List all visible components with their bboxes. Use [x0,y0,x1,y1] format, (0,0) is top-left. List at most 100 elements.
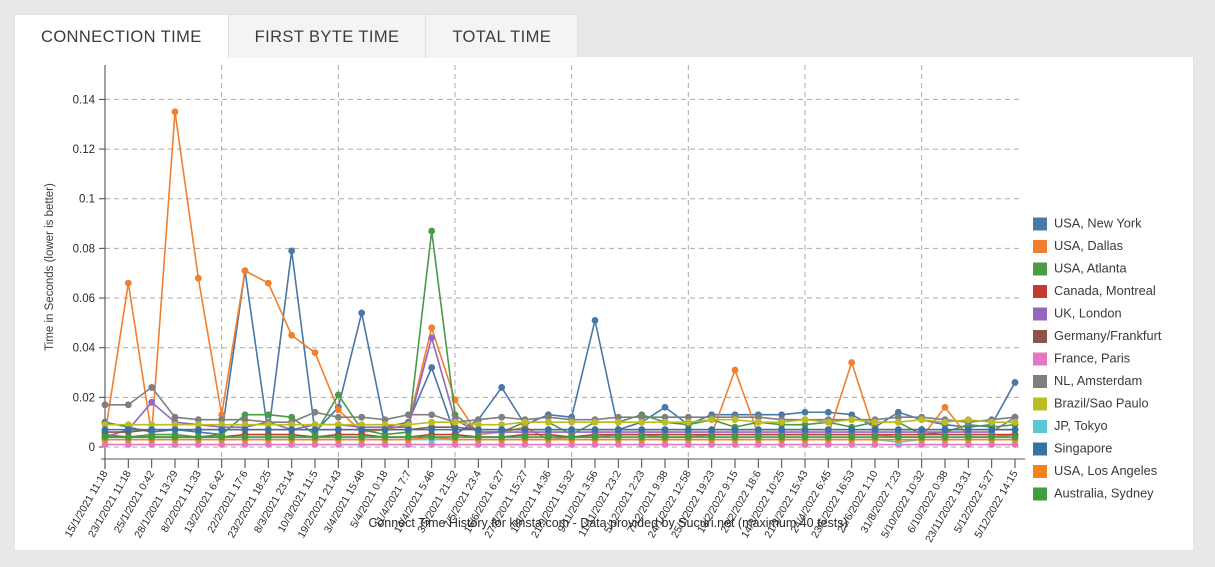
legend-swatch [1033,375,1047,388]
data-point [614,426,622,434]
data-point [148,384,156,391]
data-point [124,401,132,409]
data-point [824,418,832,426]
legend-label: France, Paris [1054,350,1130,365]
data-point [824,433,832,441]
legend-label: USA, Dallas [1054,238,1123,253]
legend-item[interactable]: Canada, Montreal [1033,283,1156,298]
data-point [591,418,599,426]
data-point [311,433,319,441]
data-point [964,426,972,434]
legend-swatch [1033,352,1047,366]
data-point [708,433,716,441]
data-point [311,426,319,434]
legend-item[interactable]: USA, New York [1033,215,1142,231]
data-point [848,433,856,441]
y-axis-tick-label: 0.02 [73,392,95,404]
data-point [638,418,646,426]
tab-total-time[interactable]: TOTAL TIME [425,14,579,58]
data-point [148,426,156,434]
legend-item[interactable]: France, Paris [1033,350,1130,366]
data-point [241,267,249,275]
data-point [591,433,599,441]
data-point [148,433,156,441]
data-point [381,433,389,441]
data-point [824,408,832,416]
chart-panel: 0 0.02 0.04 0.06 0.08 0.1 0.12 0.14 Time in Seco… [14,56,1194,551]
legend-item[interactable]: Brazil/Sao Paulo [1033,395,1149,411]
tab-first-byte-time[interactable]: FIRST BYTE TIME [227,14,427,58]
data-point [684,426,692,434]
legend-swatch [1033,217,1047,231]
data-point [241,426,249,434]
data-point [498,426,506,434]
data-point [334,426,342,434]
legend-item[interactable]: UK, London [1033,305,1122,321]
data-point [684,433,692,441]
data-point [824,426,832,434]
legend-label: Brazil/Sao Paulo [1054,395,1149,410]
data-point [428,324,436,332]
data-point [544,433,552,441]
data-point [754,433,762,441]
legend-item[interactable]: NL, Amsterdam [1033,373,1142,388]
data-point [801,426,809,434]
data-point [288,247,296,255]
data-point [194,433,202,441]
data-point [428,334,436,342]
data-point [264,411,272,419]
data-point [428,426,436,434]
data-point [754,426,762,434]
legend-item[interactable]: Germany/Frankfurt [1033,328,1162,343]
data-point [801,433,809,441]
data-point [871,433,879,441]
data-point [288,331,296,339]
legend-label: Canada, Montreal [1054,283,1156,298]
series-usa-atlanta [101,227,1019,441]
data-point [218,433,226,441]
legend-item[interactable]: USA, Los Angeles [1033,463,1157,478]
legend-item[interactable]: Singapore [1033,440,1112,456]
data-point [101,426,109,434]
connection-time-widget: CONNECTION TIME FIRST BYTE TIME TOTAL TI… [0,0,1215,567]
data-point [754,418,762,426]
data-point [311,408,319,416]
data-point [451,418,459,426]
data-point [801,408,809,416]
data-point [568,426,576,434]
data-point [661,433,669,441]
data-point [591,426,599,434]
data-point [404,426,412,434]
tab-connection-time[interactable]: CONNECTION TIME [14,14,229,58]
series-line [104,230,1016,438]
data-point [428,418,436,426]
data-point [148,398,156,406]
data-point [381,426,389,434]
legend-swatch [1033,262,1047,276]
data-point [311,349,319,357]
legend-swatch [1033,487,1047,501]
data-point [1011,433,1019,441]
data-point [404,411,412,419]
legend-item[interactable]: USA, Dallas [1033,238,1123,253]
data-point [451,433,459,441]
legend-swatch [1033,330,1047,343]
legend-item[interactable]: USA, Atlanta [1033,260,1127,276]
data-point [544,418,552,426]
data-point [708,426,716,434]
data-point [731,433,739,441]
legend-item[interactable]: JP, Tokyo [1033,418,1108,433]
data-point [778,433,786,441]
data-point [848,359,856,366]
data-point [661,403,669,411]
data-point [778,426,786,434]
data-point [428,433,436,441]
data-point [614,418,622,426]
data-point [194,274,202,282]
data-point [264,433,272,441]
data-point [918,433,926,441]
data-point [124,426,132,434]
data-point [941,426,949,434]
data-point [101,433,109,441]
legend-item[interactable]: Australia, Sydney [1033,485,1154,501]
